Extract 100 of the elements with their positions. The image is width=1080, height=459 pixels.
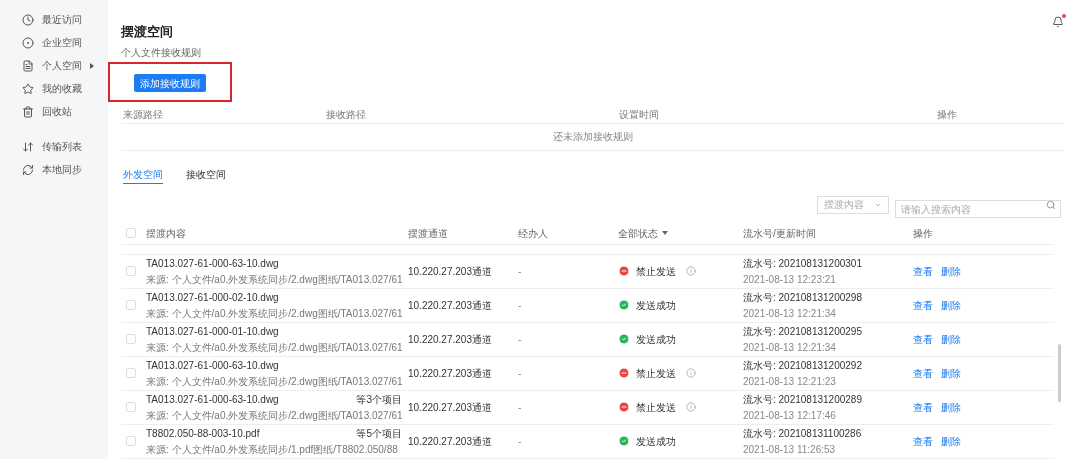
- status-label: 发送成功: [636, 332, 676, 347]
- serial-number: 流水号: 202108131100286: [743, 426, 863, 441]
- update-time: 2021-08-13 12:21:34: [743, 340, 837, 355]
- sidebar-item[interactable]: 传输列表: [42, 139, 82, 154]
- star-icon: [22, 82, 34, 95]
- arrows-icon: [22, 140, 34, 153]
- sidebar-item[interactable]: 本地同步: [42, 162, 82, 177]
- source-path: 来源: 个人文件/a0.外发系统同步/2.dwg图纸/TA013.027/61: [146, 408, 404, 423]
- action-link[interactable]: 删除: [941, 433, 961, 449]
- row-checkbox[interactable]: [126, 402, 136, 412]
- page-title: 摆渡空间: [121, 23, 174, 41]
- channel-cell-text: 10.220.27.203通道: [408, 332, 493, 347]
- handler-cell-text: -: [518, 366, 523, 381]
- sidebar-item[interactable]: 最近访问: [42, 12, 82, 27]
- row-checkbox[interactable]: [126, 334, 136, 344]
- action-link[interactable]: 查看: [913, 399, 933, 415]
- search-icon: [1046, 199, 1056, 210]
- source-path: 来源: 个人文件/a0.外发系统同步/1.pdf图纸/T8802.050/88: [146, 442, 399, 457]
- file-name[interactable]: TA013.027-61-000-63-10.dwg: [146, 391, 279, 407]
- file-name[interactable]: TA013.027-61-000-01-10.dwg: [146, 323, 279, 339]
- source-path: 来源: 个人文件/a0.外发系统同步/2.dwg图纸/TA013.027/61: [146, 374, 404, 389]
- column-header: 流水号/更新时间: [743, 226, 816, 241]
- file-name[interactable]: T8802.050-88-003-10.pdf: [146, 425, 260, 441]
- info-icon[interactable]: [686, 266, 696, 276]
- info-icon[interactable]: [686, 368, 696, 378]
- action-link[interactable]: 查看: [913, 365, 933, 381]
- channel-cell-text: 10.220.27.203通道: [408, 366, 493, 381]
- scrollbar[interactable]: [1057, 343, 1061, 402]
- update-time: 2021-08-13 12:21:34: [743, 306, 837, 321]
- source-path: 来源: 个人文件/a0.外发系统同步/2.dwg图纸/TA013.027/61: [146, 272, 404, 287]
- refresh-icon: [22, 163, 34, 176]
- action-link[interactable]: 删除: [941, 365, 961, 381]
- column-header: 摆渡内容: [146, 226, 186, 241]
- trash-icon: [22, 105, 34, 118]
- serial-number: 流水号: 202108131200298: [743, 290, 863, 305]
- file-name[interactable]: TA013.027-61-000-63-10.dwg: [146, 357, 279, 373]
- column-header: 经办人: [518, 226, 548, 241]
- action-link[interactable]: 删除: [941, 297, 961, 313]
- update-time: 2021-08-13 11:26:53: [743, 442, 837, 457]
- row-checkbox[interactable]: [126, 436, 136, 446]
- column-header: 来源路径: [123, 109, 163, 120]
- status-label: 禁止发送: [636, 366, 676, 381]
- column-header[interactable]: 全部状态: [618, 225, 658, 241]
- channel-cell-text: 10.220.27.203通道: [408, 298, 493, 313]
- file-name[interactable]: TA013.027-61-000-02-10.dwg: [146, 289, 279, 305]
- tab[interactable]: 接收空间: [186, 166, 226, 184]
- add-rule-button[interactable]: 添加接收规则: [134, 74, 206, 92]
- channel-cell-text: 10.220.27.203通道: [408, 400, 493, 415]
- action-link[interactable]: 查看: [913, 433, 933, 449]
- column-header: 操作: [913, 226, 933, 241]
- circle-icon: [22, 36, 34, 49]
- handler-cell-text: -: [518, 298, 523, 313]
- filter-caret-icon[interactable]: [662, 231, 668, 235]
- status-label: 禁止发送: [636, 264, 676, 279]
- status-label: 禁止发送: [636, 400, 676, 415]
- row-checkbox[interactable]: [126, 266, 136, 276]
- action-link[interactable]: 查看: [913, 263, 933, 279]
- action-link[interactable]: 查看: [913, 297, 933, 313]
- handler-cell-text: -: [518, 434, 523, 449]
- search-field[interactable]: 请输入搜索内容: [895, 200, 1061, 218]
- select-all-checkbox[interactable]: [126, 228, 136, 238]
- submenu-caret-icon: [90, 62, 94, 69]
- serial-number: 流水号: 202108131200301: [743, 256, 863, 271]
- item-count: 等3个项目: [356, 392, 402, 407]
- action-link[interactable]: 查看: [913, 331, 933, 347]
- serial-number: 流水号: 202108131200295: [743, 324, 863, 339]
- handler-cell-text: -: [518, 264, 523, 279]
- handler-cell-text: -: [518, 400, 523, 415]
- tab[interactable]: 外发空间: [123, 166, 163, 184]
- action-link[interactable]: 删除: [941, 399, 961, 415]
- sidebar-item[interactable]: 回收站: [42, 104, 72, 119]
- column-header: 操作: [937, 109, 957, 120]
- clock-icon: [22, 13, 34, 26]
- action-link[interactable]: 删除: [941, 331, 961, 347]
- document-icon: [22, 59, 34, 72]
- column-header: 摆渡通道: [408, 226, 448, 241]
- bell-icon[interactable]: [1052, 16, 1064, 28]
- column-header: 接收路径: [326, 109, 366, 120]
- column-header: 设置时间: [619, 109, 659, 120]
- update-time: 2021-08-13 12:23:21: [743, 272, 837, 287]
- sidebar-item[interactable]: 我的收藏: [42, 81, 82, 96]
- status-label: 发送成功: [636, 298, 676, 313]
- status-label: 发送成功: [636, 434, 676, 449]
- info-icon[interactable]: [686, 402, 696, 412]
- sidebar-item[interactable]: 企业空间: [42, 35, 82, 50]
- update-time: 2021-08-13 12:17:46: [743, 408, 837, 423]
- row-checkbox[interactable]: [126, 368, 136, 378]
- action-link[interactable]: 删除: [941, 263, 961, 279]
- serial-number: 流水号: 202108131200289: [743, 392, 863, 407]
- subtitle: 个人文件接收规则: [121, 45, 201, 60]
- sidebar-item[interactable]: 个人空间: [42, 58, 82, 73]
- row-checkbox[interactable]: [126, 300, 136, 310]
- handler-cell-text: -: [518, 332, 523, 347]
- serial-number: 流水号: 202108131200292: [743, 358, 863, 373]
- empty-message: 还未添加接收规则: [552, 130, 633, 144]
- update-time: 2021-08-13 12:21:23: [743, 374, 837, 389]
- source-path: 来源: 个人文件/a0.外发系统同步/2.dwg图纸/TA013.027/61: [146, 306, 404, 321]
- item-count: 等5个项目: [356, 426, 402, 441]
- channel-cell-text: 10.220.27.203通道: [408, 434, 493, 449]
- file-name[interactable]: TA013.027-61-000-63-10.dwg: [146, 255, 279, 271]
